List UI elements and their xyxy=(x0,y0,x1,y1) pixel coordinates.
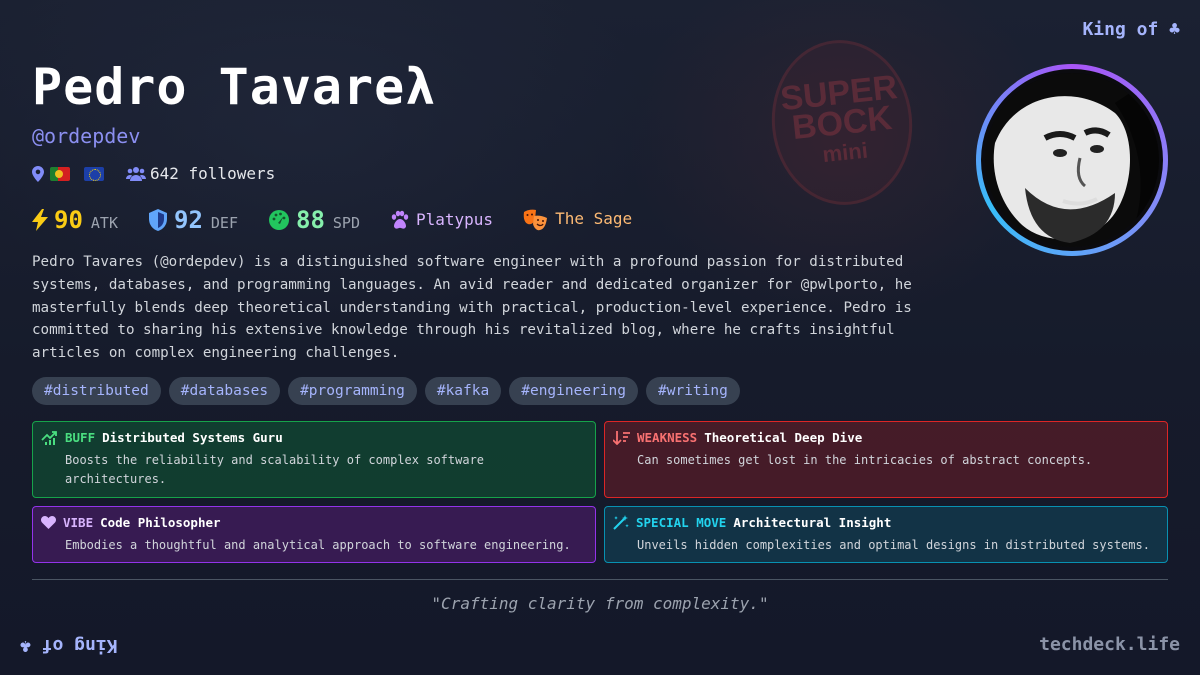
spd-unit: SPD xyxy=(332,214,360,232)
shield-icon xyxy=(149,209,167,231)
tag-engineering[interactable]: #engineering xyxy=(509,377,638,405)
atk-unit: ATK xyxy=(90,214,118,232)
archetype-label: The Sage xyxy=(555,209,633,228)
spirit-animal-label: Platypus xyxy=(416,210,494,229)
card-rank-top: King of ♣ xyxy=(1082,19,1180,40)
profile-name: Pedro Tavareλ xyxy=(32,58,437,116)
buff-card-header: BUFF Distributed Systems Guru xyxy=(41,430,587,445)
vibe-desc: Embodies a thoughtful and analytical app… xyxy=(65,538,571,552)
avatar-frame xyxy=(981,69,1163,251)
profile-meta: 642 followers xyxy=(32,164,275,183)
portugal-flag-icon xyxy=(50,166,70,181)
buff-card: BUFF Distributed Systems Guru Boosts the… xyxy=(32,421,596,498)
spd-value: 88 xyxy=(296,206,325,234)
vibe-card-header: VIBE Code Philosopher xyxy=(41,515,587,530)
followers: 642 followers xyxy=(126,164,275,183)
tagline-quote: "Crafting clarity from complexity." xyxy=(431,594,769,613)
avatar-portrait xyxy=(985,73,1159,247)
weakness-card: WEAKNESS Theoretical Deep Dive Can somet… xyxy=(604,421,1168,498)
special-move-card: SPECIAL MOVE Architectural Insight Unvei… xyxy=(604,506,1168,563)
card-rank-bottom: King of ♣ xyxy=(20,635,118,656)
stats-row: 90 ATK 92 DEF 88 SPD Platypus The Sage xyxy=(32,206,662,234)
profile-bio: Pedro Tavares (@ordepdev) is a distingui… xyxy=(32,254,912,362)
weakness-desc: Can sometimes get lost in the intricacie… xyxy=(637,453,1093,467)
weakness-card-header: WEAKNESS Theoretical Deep Dive xyxy=(613,430,1159,445)
avatar xyxy=(976,64,1168,256)
bg-text-3: mini xyxy=(821,137,869,167)
trend-up-icon xyxy=(41,430,57,445)
avatar-photo xyxy=(985,73,1159,247)
speedometer-icon xyxy=(269,210,289,230)
def-value: 92 xyxy=(174,206,203,234)
magic-wand-icon xyxy=(613,515,629,530)
profile-handle[interactable]: @ordepdev xyxy=(32,124,140,148)
stat-def: 92 DEF xyxy=(148,206,238,234)
special-move-card-header: SPECIAL MOVE Architectural Insight xyxy=(613,515,1159,530)
vibe-title: Code Philosopher xyxy=(100,515,221,530)
vibe-card: VIBE Code Philosopher Embodies a thought… xyxy=(32,506,596,563)
tag-databases[interactable]: #databases xyxy=(168,377,281,405)
tag-distributed[interactable]: #distributed xyxy=(32,377,161,405)
tag-list: #distributed #databases #programming #ka… xyxy=(32,377,740,405)
buff-title: Distributed Systems Guru xyxy=(102,430,283,445)
location-pin-icon xyxy=(32,165,44,182)
def-unit: DEF xyxy=(210,214,238,232)
weakness-title: Theoretical Deep Dive xyxy=(704,430,863,445)
stat-atk: 90 ATK xyxy=(32,206,118,234)
weakness-kind: WEAKNESS xyxy=(637,430,698,445)
site-link[interactable]: techdeck.life xyxy=(1039,634,1180,655)
eu-flag-icon xyxy=(84,166,104,181)
tag-kafka[interactable]: #kafka xyxy=(424,377,502,405)
stat-spd: 88 SPD xyxy=(268,206,360,234)
lightning-icon xyxy=(32,209,48,231)
theater-masks-icon xyxy=(523,209,548,231)
special-move-desc: Unveils hidden complexities and optimal … xyxy=(637,538,1150,552)
atk-value: 90 xyxy=(54,206,83,234)
users-icon xyxy=(126,166,146,181)
stat-archetype: The Sage xyxy=(523,209,632,231)
tag-writing[interactable]: #writing xyxy=(646,377,740,405)
vibe-kind: VIBE xyxy=(63,515,94,530)
tag-programming[interactable]: #programming xyxy=(288,377,417,405)
buff-desc: Boosts the reliability and scalability o… xyxy=(65,453,485,486)
stat-spirit-animal: Platypus xyxy=(390,210,493,230)
special-move-title: Architectural Insight xyxy=(733,515,892,530)
heart-icon xyxy=(41,516,56,529)
sort-down-icon xyxy=(613,430,630,445)
divider xyxy=(32,579,1168,580)
followers-count: 642 followers xyxy=(150,164,276,183)
buff-kind: BUFF xyxy=(65,430,96,445)
special-move-kind: SPECIAL MOVE xyxy=(636,515,727,530)
paw-icon xyxy=(391,210,409,229)
